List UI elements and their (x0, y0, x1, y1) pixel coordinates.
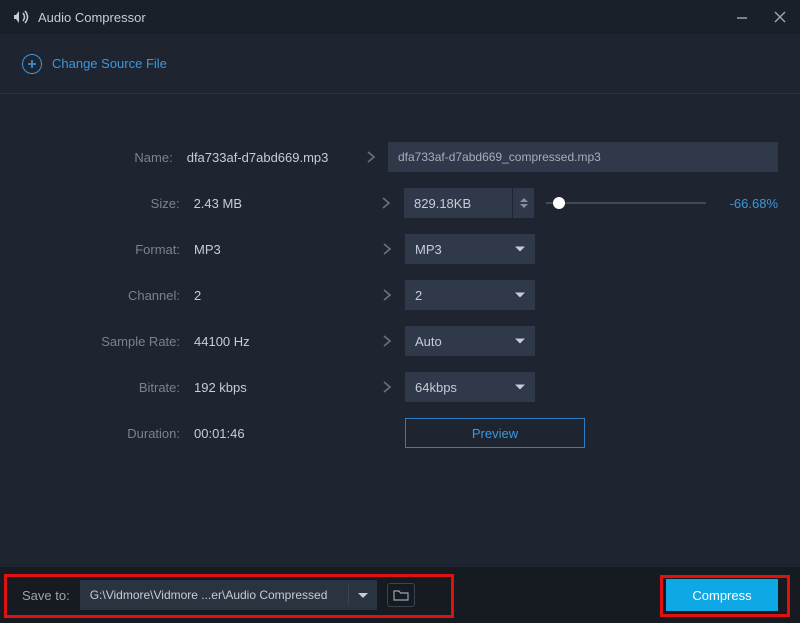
compress-button[interactable]: Compress (666, 579, 778, 611)
preview-button[interactable]: Preview (405, 418, 585, 448)
caret-down-icon (515, 339, 525, 344)
row-format: Format: MP3 MP3 (22, 226, 778, 272)
save-path: G:\Vidmore\Vidmore ...er\Audio Compresse… (80, 588, 348, 602)
label-name: Name: (22, 150, 187, 165)
caret-down-icon (358, 593, 368, 598)
output-size-spinner[interactable]: 829.18KB (404, 188, 534, 218)
row-bitrate: Bitrate: 192 kbps 64kbps (22, 364, 778, 410)
current-sample-rate: 44100 Hz (194, 334, 369, 349)
save-path-box: G:\Vidmore\Vidmore ...er\Audio Compresse… (80, 580, 377, 610)
app-icon (12, 9, 30, 25)
sample-rate-select-value: Auto (415, 334, 442, 349)
plus-circle-icon (22, 54, 42, 74)
output-name-input[interactable] (388, 142, 778, 172)
chevron-right-icon (369, 380, 405, 394)
current-size: 2.43 MB (194, 196, 369, 211)
label-sample-rate: Sample Rate: (22, 334, 194, 349)
change-source-file-label: Change Source File (52, 56, 167, 71)
row-duration: Duration: 00:01:46 Preview (22, 410, 778, 456)
current-name: dfa733af-d7abd669.mp3 (187, 150, 354, 165)
label-size: Size: (22, 196, 194, 211)
caret-down-icon (520, 204, 528, 208)
row-sample-rate: Sample Rate: 44100 Hz Auto (22, 318, 778, 364)
spinner-arrows[interactable] (512, 188, 534, 218)
label-duration: Duration: (22, 426, 194, 441)
chevron-right-icon (369, 334, 405, 348)
compressor-form: Name: dfa733af-d7abd669.mp3 Size: 2.43 M… (0, 94, 800, 456)
open-folder-button[interactable] (387, 583, 415, 607)
current-channel: 2 (194, 288, 369, 303)
current-bitrate: 192 kbps (194, 380, 369, 395)
current-duration: 00:01:46 (194, 426, 369, 441)
bitrate-select-value: 64kbps (415, 380, 457, 395)
chevron-right-icon (369, 288, 405, 302)
format-select-value: MP3 (415, 242, 442, 257)
size-percent: -66.68% (718, 196, 778, 211)
window-controls (732, 7, 790, 27)
chevron-right-icon (369, 242, 405, 256)
change-source-file-link[interactable]: Change Source File (0, 34, 800, 94)
channel-select[interactable]: 2 (405, 280, 535, 310)
folder-icon (393, 589, 409, 601)
row-channel: Channel: 2 2 (22, 272, 778, 318)
footer: Save to: G:\Vidmore\Vidmore ...er\Audio … (0, 567, 800, 623)
bitrate-select[interactable]: 64kbps (405, 372, 535, 402)
close-button[interactable] (770, 7, 790, 27)
format-select[interactable]: MP3 (405, 234, 535, 264)
output-size-value: 829.18KB (404, 196, 512, 211)
row-name: Name: dfa733af-d7abd669.mp3 (22, 134, 778, 180)
caret-down-icon (515, 247, 525, 252)
caret-down-icon (515, 385, 525, 390)
app-title: Audio Compressor (38, 10, 732, 25)
channel-select-value: 2 (415, 288, 422, 303)
chevron-right-icon (354, 150, 388, 164)
caret-up-icon (520, 198, 528, 202)
current-format: MP3 (194, 242, 369, 257)
label-bitrate: Bitrate: (22, 380, 194, 395)
chevron-right-icon (368, 196, 404, 210)
save-path-dropdown[interactable] (349, 593, 377, 598)
titlebar: Audio Compressor (0, 0, 800, 34)
size-slider[interactable] (546, 193, 706, 213)
row-size: Size: 2.43 MB 829.18KB -66.68% (22, 180, 778, 226)
slider-track (546, 202, 706, 204)
label-format: Format: (22, 242, 194, 257)
sample-rate-select[interactable]: Auto (405, 326, 535, 356)
save-to-label: Save to: (22, 588, 70, 603)
caret-down-icon (515, 293, 525, 298)
label-channel: Channel: (22, 288, 194, 303)
minimize-button[interactable] (732, 7, 752, 27)
slider-thumb[interactable] (553, 197, 565, 209)
